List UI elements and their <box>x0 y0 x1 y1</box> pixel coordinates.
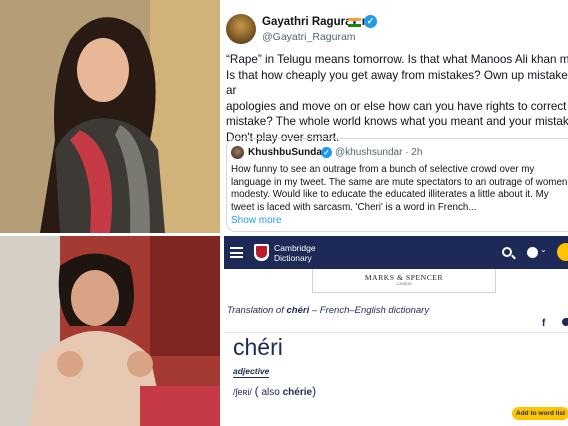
quoted-tweet-text: How funny to see an outrage from a bunch… <box>231 164 568 213</box>
photo-woman-thumbs-up-illustration <box>0 236 220 426</box>
variant-word[interactable]: chérie <box>283 387 312 398</box>
headword: chéri <box>233 334 283 360</box>
paren-open: ( <box>254 384 259 398</box>
paren-close: ) <box>312 384 317 398</box>
translation-heading: Translation of chéri – French–English di… <box>227 305 429 316</box>
ipa: /ʃeʀi/ <box>233 387 252 397</box>
add-to-word-list-button[interactable]: Add to word list <box>512 407 568 420</box>
cambridge-brand[interactable]: Cambridge Dictionary <box>274 243 316 263</box>
quoted-verified-badge-icon: ✓ <box>321 147 332 158</box>
quoted-author-handle: @khushsundar · 2h <box>335 147 423 158</box>
user-icon[interactable] <box>557 243 568 261</box>
facebook-icon[interactable]: f <box>542 318 545 329</box>
dictionary-page: Cambridge Dictionary ⌄ MARKS & SPENCER L… <box>224 236 568 426</box>
divider <box>224 332 568 333</box>
chevron-down-icon[interactable]: ⌄ <box>540 245 547 254</box>
search-icon[interactable] <box>502 247 512 257</box>
translation-suffix: – French–English dictionary <box>309 305 430 316</box>
part-of-speech-underline <box>233 377 269 378</box>
translation-prefix: Translation of <box>227 305 287 316</box>
tweet-card: Gayathri Raguramm ✓ @Gayatri_Raguram “Ra… <box>224 0 568 236</box>
brand-line-2: Dictionary <box>274 253 312 263</box>
photo-woman-in-saree <box>0 0 220 233</box>
show-more-link[interactable]: Show more <box>231 215 282 226</box>
pronunciation-line: /ʃeʀi/ ( also chérie) <box>233 384 316 398</box>
twitter-icon[interactable] <box>562 318 568 326</box>
advert-subtitle: LONDON <box>396 282 412 286</box>
part-of-speech: adjective <box>233 366 270 376</box>
menu-icon[interactable] <box>230 247 243 258</box>
quoted-avatar[interactable] <box>231 146 244 159</box>
translation-word: chéri <box>286 305 310 316</box>
india-flag-icon <box>348 18 361 27</box>
photo-woman-in-saree-illustration <box>0 0 220 233</box>
cambridge-shield-icon[interactable] <box>254 244 269 261</box>
globe-icon[interactable] <box>527 247 538 258</box>
brand-line-1: Cambridge <box>274 243 316 253</box>
quoted-author-name[interactable]: KhushbuSundar <box>248 147 326 158</box>
advert-brand: MARKS & SPENCER <box>364 273 444 282</box>
advert-banner[interactable]: MARKS & SPENCER LONDON <box>312 269 496 293</box>
tweet-text: “Rape” in Telugu means tomorrow. Is that… <box>226 53 568 144</box>
also-label: also <box>261 387 280 398</box>
avatar[interactable] <box>226 14 256 44</box>
quoted-tweet[interactable]: KhushbuSundar ✓ @khushsundar · 2h How fu… <box>226 138 568 232</box>
verified-badge-icon: ✓ <box>364 15 377 28</box>
tweet-author-handle[interactable]: @Gayatri_Raguram <box>262 31 356 43</box>
dictionary-header: Cambridge Dictionary ⌄ <box>224 236 568 269</box>
photo-woman-thumbs-up <box>0 236 220 426</box>
